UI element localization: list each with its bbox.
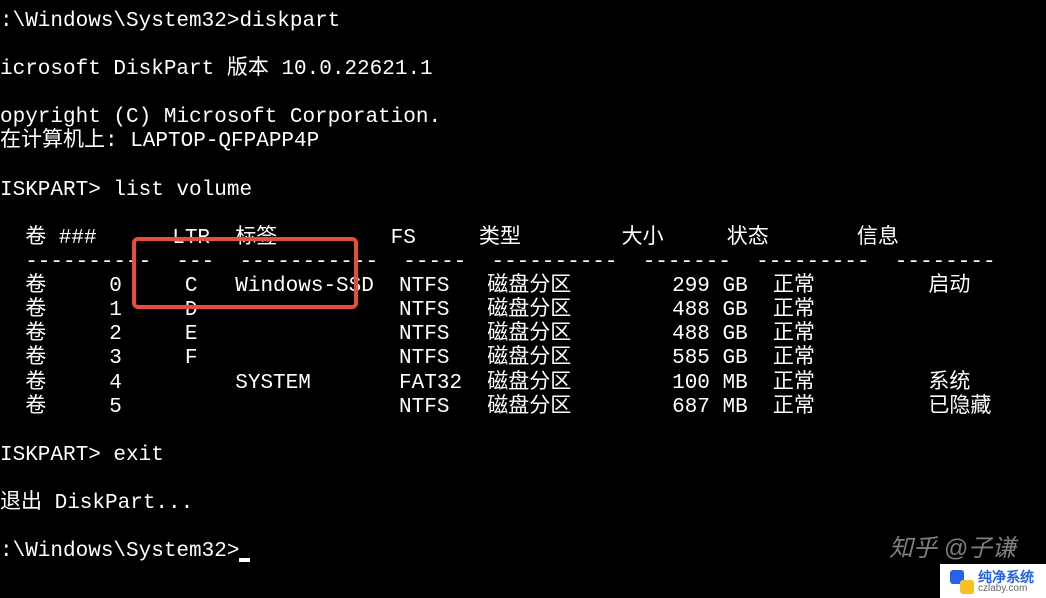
cursor xyxy=(239,558,250,562)
table-separator: ---------- --- ----------- ----- -------… xyxy=(0,251,1046,275)
volume-row-5: 卷 5 NTFS 磁盘分区 687 MB 正常 已隐藏 xyxy=(0,396,1046,420)
exit-message: 退出 DiskPart... xyxy=(0,492,1046,516)
table-header: 卷 ### LTR 标签 FS 类型 大小 状态 信息 xyxy=(0,227,1046,251)
diskpart-prompt: ISKPART> xyxy=(0,179,113,202)
volume-row-3: 卷 3 F NTFS 磁盘分区 585 GB 正常 xyxy=(0,347,1046,371)
terminal-output[interactable]: :\Windows\System32>diskpart icrosoft Dis… xyxy=(0,10,1046,564)
volume-row-0: 卷 0 C Windows-SSD NTFS 磁盘分区 299 GB 正常 启动 xyxy=(0,275,1046,299)
copyright-line: opyright (C) Microsoft Corporation. xyxy=(0,106,1046,130)
command-diskpart: diskpart xyxy=(239,10,340,33)
computer-name-line: 在计算机上: LAPTOP-QFPAPP4P xyxy=(0,130,1046,154)
diskpart-version: icrosoft DiskPart 版本 10.0.22621.1 xyxy=(0,58,1046,82)
prompt-line-1: :\Windows\System32>diskpart xyxy=(0,10,1046,34)
czlaby-watermark: 纯净系统 czlaby.com xyxy=(940,564,1046,598)
prompt-path: :\Windows\System32> xyxy=(0,540,239,563)
diskpart-prompt: ISKPART> xyxy=(0,444,113,467)
czlaby-url: czlaby.com xyxy=(978,584,1034,594)
czlaby-logo-icon xyxy=(950,570,974,594)
volume-row-1: 卷 1 D NTFS 磁盘分区 488 GB 正常 xyxy=(0,299,1046,323)
volume-row-2: 卷 2 E NTFS 磁盘分区 488 GB 正常 xyxy=(0,323,1046,347)
zhihu-watermark: 知乎 @子谦 xyxy=(889,535,1016,563)
command-exit: exit xyxy=(113,444,163,467)
command-list-volume: list volume xyxy=(113,179,252,202)
prompt-path: :\Windows\System32> xyxy=(0,10,239,33)
czlaby-name: 纯净系统 xyxy=(978,570,1034,584)
prompt-line-3: ISKPART> exit xyxy=(0,444,1046,468)
prompt-line-2: ISKPART> list volume xyxy=(0,179,1046,203)
volume-row-4: 卷 4 SYSTEM FAT32 磁盘分区 100 MB 正常 系统 xyxy=(0,372,1046,396)
